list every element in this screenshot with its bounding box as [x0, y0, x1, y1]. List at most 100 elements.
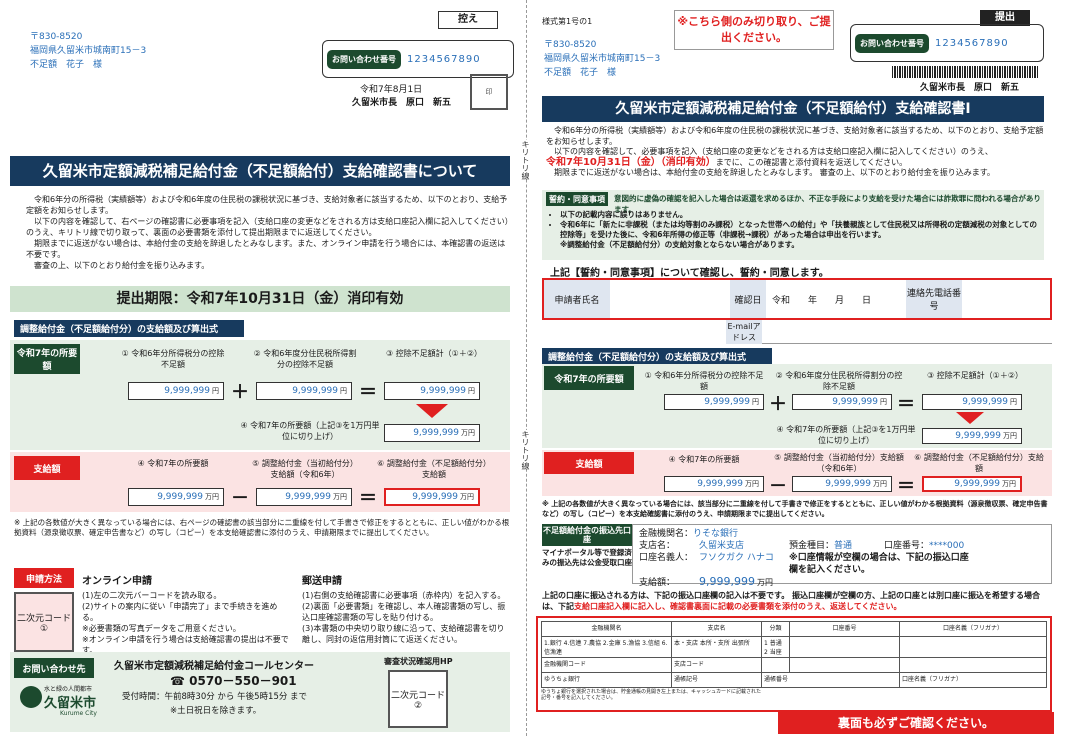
- form-intro: 令和6年分の所得税（実績額等）および令和6年度の住民税の課税状況に基づき、支給対…: [546, 126, 1044, 179]
- down-arrow-icon: [416, 404, 448, 418]
- mail-step-1: (1)右側の支給確認書に必要事項（赤枠内）を記入する。: [302, 591, 506, 600]
- amount-unit: 万円: [756, 578, 773, 587]
- bank-entry-table: 金融機関名 支店名 分類 口座番号 口座名義（フリガナ） 1.銀行 4.信連 7…: [541, 621, 1047, 688]
- online-step-1: (1)左の二次元バーコードを読み取る。: [82, 591, 222, 600]
- value-box-1-right: 9,999,999 円: [664, 394, 764, 410]
- value-box-6: 9,999,999 万円: [256, 488, 352, 506]
- value-box-5: 9,999,999 万円: [128, 488, 224, 506]
- calc-caption-7-right: ⑥ 調整給付金（不足額給付分）支給額: [914, 453, 1044, 473]
- recipient-address: 〒830-8520 福岡県久留米市城南町15－3 不足額 花子 様: [30, 30, 146, 72]
- cut-line-label-top: キリトリ線: [520, 140, 531, 180]
- th-branch-name: 支店名: [671, 621, 762, 637]
- branch-code-input[interactable]: 支店コード: [671, 657, 762, 673]
- oath-item-2: 令和6年に「新たに非課税（または均等割のみ課税）となった世帯への給付」や「扶養親…: [560, 220, 1040, 240]
- value-4: 9,999,999: [413, 428, 459, 438]
- branch-type-options[interactable]: 本・支店 本所・支所 出張所: [671, 636, 762, 658]
- online-step-2: (2)サイトの案内に従い「申請完了」まで手続きを進める。: [82, 602, 278, 622]
- confirm-date-field[interactable]: 令和 年 月 日: [766, 280, 906, 318]
- oath-item-1: 以下の記載内容に誤りはありません。: [560, 210, 1040, 220]
- value-box-5-right: 9,999,999 万円: [664, 476, 764, 492]
- holder-label: 口座名義人：: [639, 553, 694, 563]
- mayor-name-right: 久留米市長 原口 新五: [920, 83, 1020, 93]
- account-number-input[interactable]: [789, 636, 900, 658]
- account-type-value: 普通: [834, 541, 853, 551]
- value-2-right: 9,999,999: [832, 397, 878, 407]
- contact-number-value-right: 1234567890: [935, 37, 1009, 49]
- down-arrow-icon-right: [956, 412, 984, 424]
- oath-item-3: ※調整給付金（不足額給付分）の支給対象とならない場合があります。: [560, 240, 799, 249]
- th-account-number: 口座番号: [789, 621, 900, 637]
- value-box-6-right: 9,999,999 万円: [792, 476, 892, 492]
- value-2: 9,999,999: [292, 386, 338, 396]
- qr-code-1[interactable]: 二次元コード①: [14, 592, 74, 652]
- correction-note: ※ 上記の各数値が大きく異なっている場合には、右ページの確認書の該当部分に二重線…: [14, 518, 510, 537]
- postal-code: 〒830-8520: [30, 32, 83, 42]
- method-label: 申請方法: [14, 568, 74, 588]
- transfer-note-red: 支給口座記入欄に記入し、確認書裏面に記載の必要書類を添付のうえ、返送してください…: [574, 602, 902, 611]
- intro-paragraph-3: 期限までに返送がない場合は、本給付金の支給を辞退したとみなします。また、オンライ…: [26, 239, 506, 259]
- calc-caption-1-right: ① 令和6年分所得税分の控除不足額: [644, 371, 764, 391]
- value-box-3: 9,999,999 円: [384, 382, 480, 400]
- deadline-banner: 提出期限：令和7年10月31日（金）消印有効: [10, 286, 510, 312]
- minus-operator-right: －: [769, 476, 787, 497]
- deadline-red: 令和7年10月31日（金）（消印有効）: [546, 156, 716, 168]
- yucho-holder-kana-input[interactable]: 口座名義（フリガナ）: [899, 672, 1047, 688]
- calc-caption-5-right: ④ 令和7年の所要額: [668, 455, 740, 464]
- form-title: 久留米市定額減税補足給付金（不足額給付）支給確認書Ⅰ: [542, 96, 1044, 122]
- account-type-label: 預金種目：: [789, 541, 835, 551]
- confirm-date-label: 確認日: [730, 280, 766, 318]
- document-title: 久留米市定額減税補足給付金（不足額給付）支給確認書について: [10, 156, 510, 186]
- bank-name-value: りそな銀行: [693, 529, 739, 539]
- form-intro-1: 令和6年分の所得税（実績額等）および令和6年度の住民税の課税状況に基づき、支給対…: [546, 126, 1044, 146]
- mail-steps: (1)右側の支給確認書に必要事項（赤枠内）を記入する。 (2)裏面「必要書類」を…: [302, 590, 510, 645]
- value-box-2-right: 9,999,999 円: [792, 394, 892, 410]
- tsucho-bango-input[interactable]: 通帳番号: [761, 672, 900, 688]
- required-amount-label-right: 令和7年の所要額: [544, 366, 634, 390]
- plus-operator-right: ＋: [769, 394, 787, 415]
- qr-code-2[interactable]: 二次元コード②: [388, 670, 448, 728]
- street-address: 福岡県久留米市城南町15－3: [30, 46, 147, 56]
- email-field[interactable]: [762, 320, 1052, 344]
- equals-operator-2-right: ＝: [897, 476, 915, 497]
- value-box-1: 9,999,999 円: [128, 382, 224, 400]
- online-step-3: ※必要書類の写真データをご用意ください。: [82, 624, 241, 633]
- cut-line-label-bottom: キリトリ線: [520, 430, 531, 470]
- correction-note-right: ※ 上記の各数値が大きく異なっている場合には、該当部分に二重線を付して手書きで修…: [542, 500, 1048, 518]
- th-bank-name: 金融機関名: [541, 621, 672, 637]
- holder-kana-input[interactable]: [899, 636, 1047, 658]
- issue-date: 令和7年8月1日: [360, 85, 423, 95]
- transfer-note: 上記の口座に振込される方は、下記の振込口座欄の記入は不要です。 振込口座欄が空欄…: [542, 590, 1052, 612]
- holder-value: フソクガク ハナコ: [699, 553, 774, 563]
- cut-line: [526, 0, 527, 736]
- value-7-right: 9,999,999: [954, 479, 1000, 489]
- calc-caption-1: ① 令和6年分所得税分の控除不足額: [121, 349, 225, 369]
- value-5-right: 9,999,999: [697, 479, 743, 489]
- tsucho-kigo-input[interactable]: 通帳記号: [671, 672, 762, 688]
- value-7: 9,999,999: [412, 492, 458, 502]
- recipient-name-right: 不足額 花子 様: [544, 68, 617, 78]
- value-box-4-right: 9,999,999 万円: [922, 428, 1022, 444]
- account-type-options[interactable]: 1 普通 2 当座: [761, 636, 790, 658]
- oath-label: 誓約・同意事項: [546, 192, 608, 206]
- calc-caption-7: ⑥ 調整給付金（不足額給付分）支給額: [377, 459, 491, 479]
- plus-operator: ＋: [231, 382, 249, 403]
- street-address-right: 福岡県久留米市城南町15－3: [544, 54, 661, 64]
- applicant-name-field[interactable]: [610, 280, 730, 318]
- bank-type-options[interactable]: 1.銀行 4.信連 7.農協 2.金庫 5.漁協 3.信組 6.信漁連: [541, 636, 672, 658]
- contact-number-label: お問い合わせ番号: [327, 49, 401, 69]
- mayor-name: 久留米市長 原口 新五: [352, 98, 452, 108]
- call-center-holidays: ※土日祝日を除きます。: [170, 706, 262, 716]
- branch-value: 久留米支店: [699, 541, 745, 551]
- value-3: 9,999,999: [420, 386, 466, 396]
- bank-entry-box: 金融機関名 支店名 分類 口座番号 口座名義（フリガナ） 1.銀行 4.信連 7…: [536, 616, 1052, 712]
- contact-number-box: お問い合わせ番号 1234567890: [322, 40, 514, 78]
- phone-field[interactable]: [962, 280, 1050, 318]
- back-side-notice: 裏面も必ずご確認ください。: [778, 712, 1054, 734]
- branch-label: 支店名：: [639, 541, 676, 551]
- applicant-name-label: 申請者氏名: [544, 280, 610, 318]
- bank-code-input[interactable]: 金融機関コード: [541, 657, 672, 673]
- keep-copy-label: 控え: [438, 11, 498, 29]
- keep-copy-page: 控え 〒830-8520 福岡県久留米市城南町15－3 不足額 花子 様 お問い…: [0, 0, 520, 736]
- form-intro-3: までに、この確認書と添付資料を返送してください。: [715, 157, 908, 167]
- postal-code-right: 〒830-8520: [544, 40, 597, 50]
